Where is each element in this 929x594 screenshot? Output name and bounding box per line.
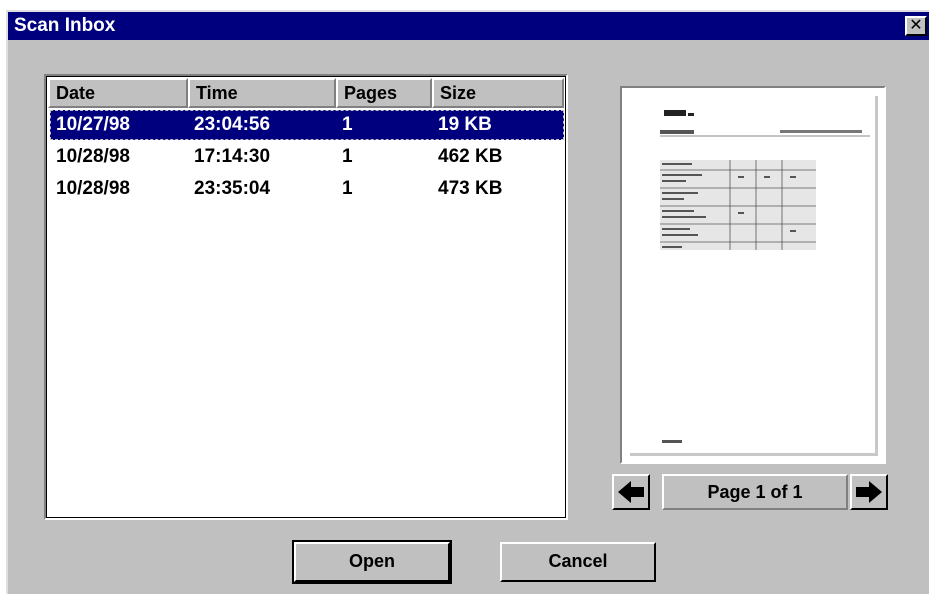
column-header-size[interactable]: Size [432,78,564,108]
row-time: 17:14:30 [194,146,271,167]
arrow-right-icon [856,481,882,503]
preview-thumbnail [630,96,878,456]
list-row[interactable]: 10/28/98 17:14:30 1 462 KB [50,142,564,172]
row-size: 19 KB [438,114,492,135]
window-title: Scan Inbox [14,15,116,36]
row-date: 10/28/98 [56,146,130,167]
column-header-date[interactable]: Date [48,78,188,108]
column-header-pages[interactable]: Pages [336,78,432,108]
document-thumbnail-image [660,110,870,443]
row-date: 10/27/98 [56,114,130,135]
next-page-button[interactable] [850,474,888,510]
close-icon: ✕ [909,17,923,34]
row-size: 473 KB [438,178,503,199]
page-preview [620,86,886,464]
list-row[interactable]: 10/28/98 23:35:04 1 473 KB [50,174,564,204]
row-date: 10/28/98 [56,178,130,199]
scan-inbox-dialog: Scan Inbox ✕ Date Time Pages Size 10/27/… [6,10,929,594]
row-size: 462 KB [438,146,503,167]
list-row[interactable]: 10/27/98 23:04:56 1 19 KB [50,110,564,140]
row-pages: 1 [342,114,353,135]
arrow-left-icon [618,481,644,503]
row-pages: 1 [342,146,353,167]
close-button[interactable]: ✕ [905,16,927,36]
row-pages: 1 [342,178,353,199]
row-time: 23:35:04 [194,178,271,199]
cancel-button[interactable]: Cancel [500,542,656,582]
row-time: 23:04:56 [194,114,271,135]
title-bar: Scan Inbox ✕ [8,12,929,40]
open-button[interactable]: Open [292,540,452,584]
column-header-time[interactable]: Time [188,78,336,108]
scan-list[interactable]: Date Time Pages Size 10/27/98 23:04:56 1… [44,74,568,520]
list-header: Date Time Pages Size [48,78,564,108]
page-indicator: Page 1 of 1 [662,474,848,510]
previous-page-button[interactable] [612,474,650,510]
